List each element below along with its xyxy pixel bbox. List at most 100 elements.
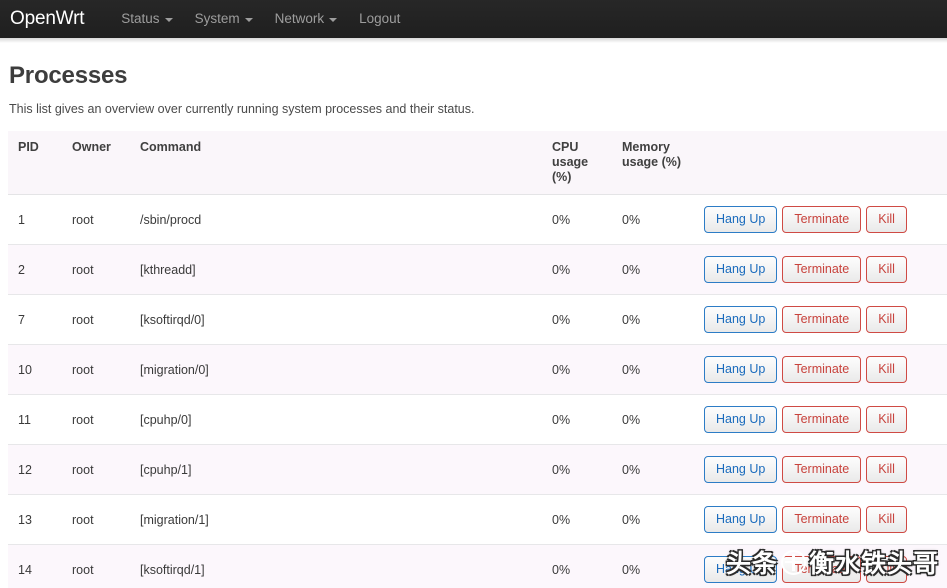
terminate-button[interactable]: Terminate [782,406,862,433]
hang-up-button[interactable]: Hang Up [704,406,778,433]
cell-actions: Hang Up Terminate Kill [696,344,947,395]
table-body: 1 root/sbin/procd 0% 0% Hang Up Terminate Kill… [8,194,947,588]
cell-command: [kthreadd] [132,244,544,295]
nav-item-system[interactable]: System [184,0,264,38]
chevron-down-icon [329,18,338,22]
cell-pid: 13 [8,494,64,545]
cell-owner: root [64,294,132,345]
cell-actions: Hang Up Terminate Kill [696,394,947,445]
hang-up-button[interactable]: Hang Up [704,456,778,483]
cell-cpu-usage: 0% [544,394,614,445]
cell-cpu-usage: 0% [544,544,614,588]
cell-command: /sbin/procd [132,194,544,245]
table-row: 11 root [cpuhp/0] 0% 0% Hang Up Terminate Kill [8,394,947,445]
cell-memory-usage: 0% [614,244,696,295]
terminate-button[interactable]: Terminate [782,556,862,583]
nav-item-label: System [194,11,240,26]
column-header-memory: Memory usage (%) [614,131,696,195]
page-title: Processes [9,62,128,89]
terminate-button[interactable]: Terminate [782,306,862,333]
kill-button[interactable]: Kill [866,256,907,283]
terminate-button[interactable]: Terminate [782,256,862,283]
cell-pid: 7 [8,294,64,345]
hang-up-button[interactable]: Hang Up [704,206,778,233]
cell-cpu-usage: 0% [544,344,614,395]
top-navigation-bar: OpenWrt Status System Network Logout [0,0,947,43]
cell-memory-usage: 0% [614,194,696,245]
cell-actions: Hang Up Terminate Kill [696,444,947,495]
processes-table: PID Owner Command CPU usage (%) Memory u… [8,131,947,588]
cell-pid: 10 [8,344,64,395]
nav-item-label: Status [121,11,160,26]
table-row: 2 root [kthreadd] 0% 0% Hang Up Terminate Kill [8,244,947,295]
cell-memory-usage: 0% [614,394,696,445]
kill-button[interactable]: Kill [866,556,907,583]
cell-cpu-usage: 0% [544,244,614,295]
cell-owner: root [64,244,132,295]
nav-item-label: Logout [359,11,401,26]
table-row: 12 root [cpuhp/1] 0% 0% Hang Up Terminate Kill [8,444,947,495]
table-row: 14 root [ksoftirqd/1] 0% 0% Hang Up Terminate K… [8,544,947,588]
chevron-down-icon [164,18,173,22]
hang-up-button[interactable]: Hang Up [704,306,778,333]
cell-memory-usage: 0% [614,344,696,395]
cell-owner: root [64,344,132,395]
cell-command: [ksoftirqd/0] [132,294,544,345]
nav-item-status[interactable]: Status [110,0,183,38]
kill-button[interactable]: Kill [866,356,907,383]
cell-actions: Hang Up Terminate Kill [696,494,947,545]
cell-memory-usage: 0% [614,444,696,495]
cell-actions: Hang Up Terminate Kill [696,544,947,588]
cell-command: [ksoftirqd/1] [132,544,544,588]
cell-pid: 2 [8,244,64,295]
cell-pid: 14 [8,544,64,588]
cell-cpu-usage: 0% [544,294,614,345]
cell-owner: root [64,494,132,545]
table-row: 7 root [ksoftirqd/0] 0% 0% Hang Up Terminate Ki… [8,294,947,345]
cell-memory-usage: 0% [614,494,696,545]
kill-button[interactable]: Kill [866,506,907,533]
hang-up-button[interactable]: Hang Up [704,556,778,583]
kill-button[interactable]: Kill [866,306,907,333]
hang-up-button[interactable]: Hang Up [704,256,778,283]
hang-up-button[interactable]: Hang Up [704,356,778,383]
chevron-down-icon [244,18,253,22]
terminate-button[interactable]: Terminate [782,356,862,383]
main-content: Processes This list gives an overview ov… [0,62,947,588]
table-row: 13 root [migration/1] 0% 0% Hang Up Terminate K… [8,494,947,545]
cell-cpu-usage: 0% [544,194,614,245]
table-row: 1 root/sbin/procd 0% 0% Hang Up Terminate Kill [8,194,947,245]
column-header-pid: PID [8,131,64,195]
terminate-button[interactable]: Terminate [782,206,862,233]
cell-cpu-usage: 0% [544,494,614,545]
cell-memory-usage: 0% [614,294,696,345]
cell-command: [cpuhp/1] [132,444,544,495]
nav-item-label: Network [274,11,325,26]
kill-button[interactable]: Kill [866,206,907,233]
column-header-owner: Owner [64,131,132,195]
cell-actions: Hang Up Terminate Kill [696,194,947,245]
column-header-actions [696,131,947,195]
kill-button[interactable]: Kill [866,456,907,483]
cell-pid: 1 [8,194,64,245]
terminate-button[interactable]: Terminate [782,456,862,483]
brand-logo[interactable]: OpenWrt [10,0,110,38]
column-header-cpu: CPU usage (%) [544,131,614,195]
cell-actions: Hang Up Terminate Kill [696,294,947,345]
cell-pid: 12 [8,444,64,495]
cell-command: [migration/0] [132,344,544,395]
column-header-command: Command [132,131,544,195]
cell-owner: root [64,394,132,445]
cell-memory-usage: 0% [614,544,696,588]
cell-owner: root [64,194,132,245]
cell-pid: 11 [8,394,64,445]
kill-button[interactable]: Kill [866,406,907,433]
nav-item-logout[interactable]: Logout [348,0,411,38]
terminate-button[interactable]: Terminate [782,506,862,533]
cell-owner: root [64,444,132,495]
cell-actions: Hang Up Terminate Kill [696,244,947,295]
cell-command: [cpuhp/0] [132,394,544,445]
nav-item-network[interactable]: Network [264,0,349,38]
cell-owner: root [64,544,132,588]
hang-up-button[interactable]: Hang Up [704,506,778,533]
